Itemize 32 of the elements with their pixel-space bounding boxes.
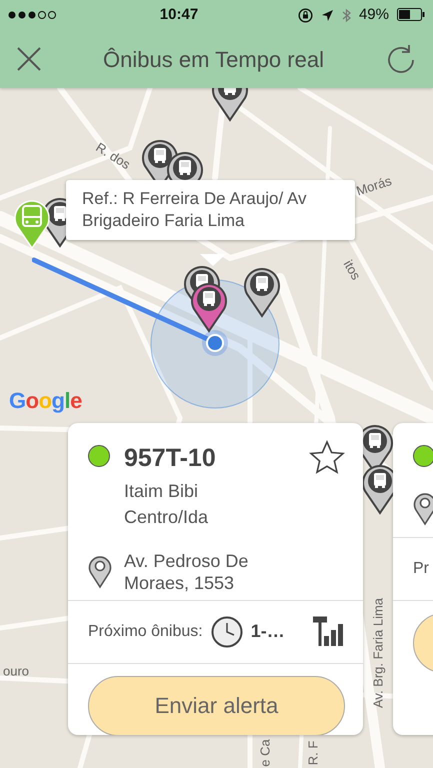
stop-address: Av. Pedroso De Moraes, 1553 bbox=[124, 550, 250, 594]
screen-title: Ônibus em Tempo real bbox=[103, 46, 324, 74]
street-label: R. dos bbox=[92, 138, 134, 174]
bluetooth-icon bbox=[342, 8, 351, 22]
callout-text: Ref.: R Ferreira De Araujo/ Av Brigadeiro Faria Lima bbox=[66, 180, 355, 240]
destination-text: Centro/Ida bbox=[124, 506, 210, 528]
battery-percent: 49% bbox=[358, 4, 389, 25]
signal-antenna-icon bbox=[311, 616, 345, 648]
location-arrow-icon bbox=[320, 8, 334, 22]
map-logo: Google bbox=[9, 387, 82, 415]
bus-pin-cluster-drawing[interactable] bbox=[182, 264, 229, 333]
battery-icon bbox=[397, 8, 425, 22]
current-location-dot bbox=[201, 329, 229, 357]
street-label: R. F bbox=[304, 740, 322, 766]
status-time: 10:47 bbox=[160, 4, 198, 25]
street-label: itos bbox=[340, 256, 365, 284]
favorite-star-button[interactable] bbox=[309, 440, 345, 474]
street-label: e Ca bbox=[256, 739, 274, 767]
callout-pointer bbox=[200, 254, 226, 267]
street-label: Morás bbox=[354, 172, 394, 200]
rotation-lock-icon bbox=[298, 8, 313, 22]
location-pin-icon bbox=[88, 554, 112, 588]
next-bus-label: Pr bbox=[413, 559, 429, 579]
bus-map-pin-icon[interactable] bbox=[242, 266, 282, 318]
destination-text: Itaim Bibi bbox=[124, 480, 200, 502]
bus-line-number: 957T-10 bbox=[124, 443, 217, 474]
street-label: ouro bbox=[2, 662, 30, 680]
clock-icon bbox=[210, 616, 243, 648]
next-bus-label: Próximo ônibus: bbox=[88, 622, 203, 642]
send-alert-button[interactable]: Enviar alerta bbox=[88, 676, 345, 735]
street-label: Av. Brg. Faria Lima bbox=[369, 598, 386, 708]
next-bus-time: 1-… bbox=[250, 620, 285, 643]
